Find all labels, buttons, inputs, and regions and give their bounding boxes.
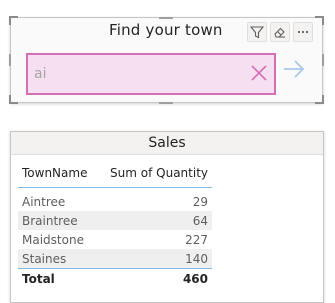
town-name-cell: Aintree — [22, 194, 66, 209]
resize-handle-right[interactable] — [322, 54, 324, 66]
filter-icon[interactable] — [247, 22, 267, 42]
arrow-right-icon[interactable] — [282, 57, 306, 81]
town-name-cell: Braintree — [18, 211, 106, 230]
eraser-icon[interactable] — [270, 22, 290, 42]
town-name-cell: Maidstone — [22, 232, 84, 247]
table-row[interactable]: Braintree 64 — [18, 211, 212, 230]
sales-table-visual: Sales TownName Sum of Quantity Aintree 2… — [10, 131, 324, 303]
sales-title: Sales — [11, 132, 323, 155]
resize-handle-top-right[interactable] — [315, 16, 324, 25]
resize-handle-bottom-right[interactable] — [315, 95, 324, 104]
total-label: Total — [18, 268, 106, 288]
search-input[interactable] — [34, 61, 234, 87]
resize-handle-bottom[interactable] — [159, 102, 173, 104]
resize-handle-left[interactable] — [9, 54, 11, 66]
resize-handle-top-left[interactable] — [9, 16, 18, 25]
quantity-cell: 29 — [192, 194, 208, 209]
quantity-cell: 227 — [185, 232, 208, 247]
sales-table: TownName Sum of Quantity Aintree 29 Brai… — [18, 163, 212, 288]
quantity-cell: 64 — [106, 211, 212, 230]
search-box[interactable] — [26, 53, 276, 95]
table-row[interactable]: Aintree 29 — [18, 188, 212, 212]
column-header-townname[interactable]: TownName — [18, 163, 106, 188]
quantity-cell: 140 — [106, 249, 212, 269]
town-name-cell: Staines — [18, 249, 106, 269]
total-quantity: 460 — [106, 268, 212, 288]
table-row[interactable]: Maidstone 227 — [18, 230, 212, 249]
search-title: Find your town — [109, 21, 223, 39]
column-header-sum-of-quantity[interactable]: Sum of Quantity — [106, 163, 212, 188]
total-row: Total 460 — [18, 268, 212, 288]
more-options-icon[interactable] — [293, 22, 313, 42]
clear-icon[interactable] — [250, 64, 268, 82]
resize-handle-bottom-left[interactable] — [9, 95, 18, 104]
search-visual: Find your town — [9, 16, 324, 104]
table-row[interactable]: Staines 140 — [18, 249, 212, 269]
